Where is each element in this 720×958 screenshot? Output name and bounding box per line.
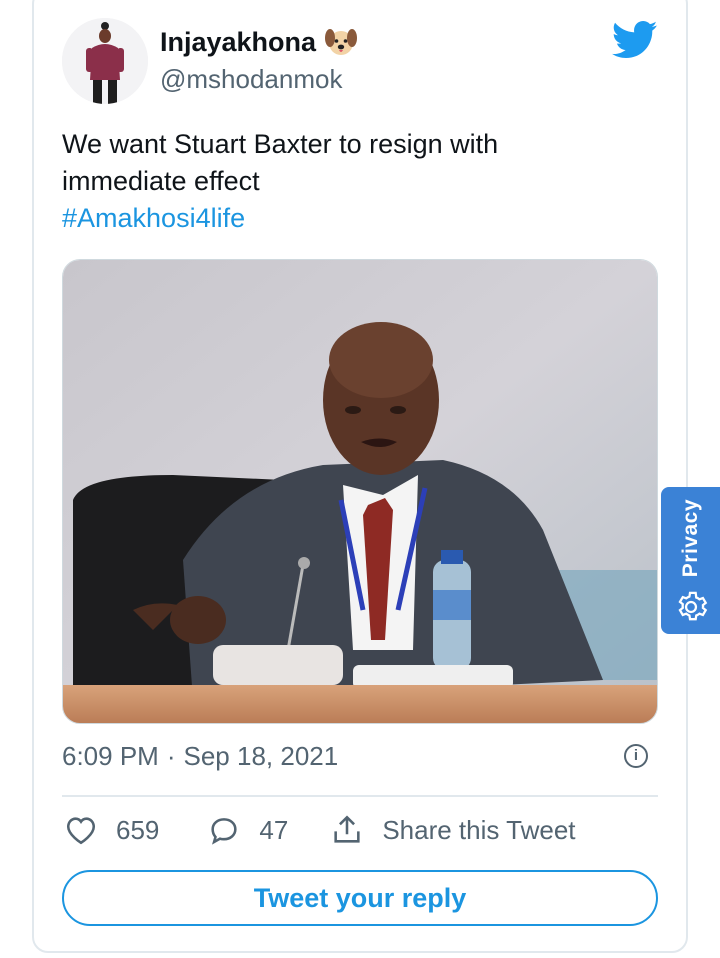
privacy-label: Privacy: [678, 499, 702, 578]
gear-icon: [677, 591, 707, 621]
reply-action[interactable]: 47: [207, 814, 288, 846]
timestamp-separator: ·: [166, 741, 176, 771]
tweet-photo[interactable]: [62, 259, 658, 724]
twitter-bird-icon: [612, 21, 658, 59]
tweet-actions: 659 47 Share this Tweet: [64, 814, 576, 846]
dog-face-icon: [325, 29, 358, 55]
like-action[interactable]: 659: [64, 814, 159, 846]
share-action[interactable]: Share this Tweet: [330, 814, 576, 846]
display-name-text: Injayakhona: [160, 26, 317, 57]
share-label: Share this Tweet: [382, 814, 576, 845]
comment-bubble-icon: [211, 818, 237, 845]
likes-count: 659: [116, 814, 160, 845]
tweet-text-line-1: We want Stuart Baxter to resign with: [62, 129, 499, 159]
tweet-text-line-2: immediate effect: [62, 166, 260, 196]
tweet-text: We want Stuart Baxter to resign with imm…: [62, 126, 642, 237]
reply-button-label: Tweet your reply: [253, 882, 467, 913]
tweet-time: 6:09 PM: [62, 741, 159, 771]
tweet-your-reply-button[interactable]: Tweet your reply: [62, 870, 658, 926]
display-name[interactable]: Injayakhona: [160, 26, 358, 58]
tweet-date: Sep 18, 2021: [183, 741, 339, 771]
avatar[interactable]: [62, 18, 148, 104]
privacy-widget[interactable]: Privacy: [661, 487, 720, 634]
replies-count: 47: [259, 814, 289, 845]
hashtag-link[interactable]: #Amakhosi4life: [62, 200, 642, 237]
user-handle[interactable]: @mshodanmok: [160, 64, 342, 95]
divider: [62, 795, 658, 797]
heart-icon: [66, 817, 96, 845]
tweet-timestamp[interactable]: 6:09 PM · Sep 18, 2021: [62, 741, 338, 772]
share-upload-icon: [334, 815, 360, 843]
info-icon[interactable]: i: [624, 744, 648, 768]
